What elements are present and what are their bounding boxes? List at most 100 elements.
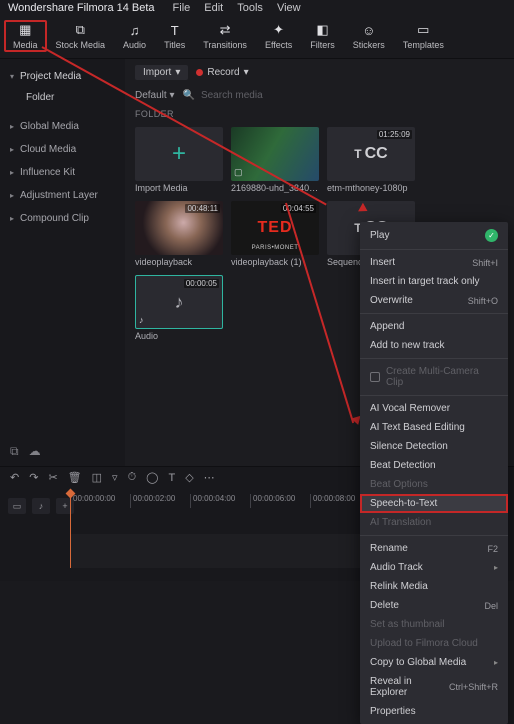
ctx-label: AI Translation — [370, 517, 431, 528]
track-audio-icon[interactable]: ♪ — [32, 498, 50, 514]
menu-file[interactable]: File — [173, 2, 191, 14]
sidebar-item-adjustment-layer[interactable]: ▸Adjustment Layer — [0, 184, 125, 207]
card-clip[interactable]: 00:48:11 videoplayback — [135, 201, 223, 267]
transitions-icon: ⇄ — [220, 22, 231, 38]
card-audio[interactable]: 00:00:05♪♪ Audio — [135, 275, 223, 341]
ctx-copy-global[interactable]: Copy to Global Media▸ — [360, 653, 508, 672]
sidebar-item-label: Adjustment Layer — [20, 190, 98, 201]
ctx-audio-track[interactable]: Audio Track▸ — [360, 558, 508, 577]
titles-icon: T — [171, 22, 179, 38]
duration-badge: 00:00:05 — [184, 279, 219, 288]
menu-view[interactable]: View — [277, 2, 301, 14]
ctx-ai-text-editing[interactable]: AI Text Based Editing — [360, 418, 508, 437]
ctx-label: Audio Track — [370, 562, 423, 573]
ctx-append[interactable]: Append — [360, 317, 508, 336]
menu-tools[interactable]: Tools — [237, 2, 263, 14]
ctx-delete[interactable]: DeleteDel — [360, 596, 508, 615]
delete-icon[interactable]: 🗑 — [68, 471, 82, 484]
redo-icon[interactable]: ↷ — [29, 471, 38, 484]
app-title: Wondershare Filmora 14 Beta — [8, 2, 155, 14]
ctx-beat-detection[interactable]: Beat Detection — [360, 456, 508, 475]
ctx-label: Add to new track — [370, 340, 444, 351]
card-label: Import Media — [135, 183, 223, 193]
clip-thumb[interactable]: 01:25:09T CC — [327, 127, 415, 181]
color-icon[interactable]: ◯ — [146, 471, 158, 484]
more-icon[interactable]: ⋯ — [204, 471, 215, 484]
ctx-add-new-track[interactable]: Add to new track — [360, 336, 508, 355]
ctx-rename[interactable]: RenameF2 — [360, 539, 508, 558]
track-video-icon[interactable]: ▭ — [8, 498, 26, 514]
ctx-ai-vocal-remover[interactable]: AI Vocal Remover — [360, 399, 508, 418]
sidebar-item-influence-kit[interactable]: ▸Influence Kit — [0, 161, 125, 184]
chevron-down-icon: ▾ — [175, 67, 180, 78]
templates-icon: ▭ — [417, 22, 429, 38]
chevron-down-icon: ▾ — [244, 67, 249, 78]
ctx-play[interactable]: Play✓ — [360, 225, 508, 246]
sidebar-item-global-media[interactable]: ▸Global Media — [0, 115, 125, 138]
chevron-right-icon: ▸ — [494, 658, 498, 667]
crop-icon[interactable]: ◫ — [92, 471, 102, 484]
ctx-reveal-explorer[interactable]: Reveal in ExplorerCtrl+Shift+R — [360, 672, 508, 702]
import-bar: Import ▾ Record▾ — [125, 59, 514, 86]
tab-transitions[interactable]: ⇄Transitions — [194, 20, 256, 52]
clip-thumb[interactable]: 00:48:11 — [135, 201, 223, 255]
record-button[interactable]: Record▾ — [196, 67, 248, 78]
search-input[interactable]: 🔍Search media — [183, 90, 505, 101]
marker-icon[interactable]: ▿ — [112, 471, 118, 484]
ctx-shortcut: Ctrl+Shift+R — [449, 682, 498, 692]
sort-default[interactable]: Default ▾ — [135, 90, 175, 101]
menu-edit[interactable]: Edit — [204, 2, 223, 14]
tab-stock-media[interactable]: ⧉Stock Media — [47, 20, 115, 52]
clip-thumb[interactable]: ▢ — [231, 127, 319, 181]
sidebar-sub-folder[interactable]: Folder — [0, 88, 125, 107]
tab-stickers[interactable]: ☺Stickers — [344, 20, 394, 52]
undo-icon[interactable]: ↶ — [10, 471, 19, 484]
tab-titles[interactable]: TTitles — [155, 20, 194, 52]
ctx-silence-detection[interactable]: Silence Detection — [360, 437, 508, 456]
import-label: Import — [143, 67, 171, 78]
ctx-label: Silence Detection — [370, 441, 448, 452]
tab-templates[interactable]: ▭Templates — [394, 20, 453, 52]
new-folder-icon[interactable]: ⧉ — [10, 444, 19, 459]
chevron-right-icon: ▸ — [10, 145, 14, 154]
import-media-thumb[interactable]: + — [135, 127, 223, 181]
card-clip[interactable]: 01:25:09T CC etm-mthoney-1080p — [327, 127, 415, 193]
chevron-down-icon: ▾ — [169, 90, 174, 101]
ctx-overwrite[interactable]: OverwriteShift+O — [360, 291, 508, 310]
ctx-properties[interactable]: Properties — [360, 702, 508, 721]
sidebar-item-compound-clip[interactable]: ▸Compound Clip — [0, 207, 125, 230]
split-icon[interactable]: ✂ — [48, 471, 57, 484]
duration-badge: 00:48:11 — [185, 204, 220, 213]
tab-effects[interactable]: ✦Effects — [256, 20, 301, 52]
checkbox-icon — [370, 372, 380, 382]
import-button[interactable]: Import ▾ — [135, 65, 188, 80]
main-toolbar: ▦Media ⧉Stock Media ♫Audio TTitles ⇄Tran… — [0, 16, 514, 58]
ctx-label: Insert in target track only — [370, 276, 480, 287]
ctx-label: Beat Options — [370, 479, 428, 490]
text-icon[interactable]: T — [168, 472, 175, 484]
tab-audio[interactable]: ♫Audio — [114, 20, 155, 52]
tab-media-label: Media — [13, 40, 38, 50]
ctx-ai-translation: AI Translation — [360, 513, 508, 532]
ctx-label: Properties — [370, 706, 416, 717]
tab-audio-label: Audio — [123, 40, 146, 50]
card-clip[interactable]: 00:04:55TEDPARIS•MONET videoplayback (1) — [231, 201, 319, 267]
playhead[interactable] — [70, 492, 71, 568]
sidebar-item-cloud-media[interactable]: ▸Cloud Media — [0, 138, 125, 161]
ctx-label: Overwrite — [370, 295, 413, 306]
card-import-media[interactable]: + Import Media — [135, 127, 223, 193]
sidebar-item-project-media[interactable]: ▾Project Media — [0, 65, 125, 88]
ctx-insert[interactable]: InsertShift+I — [360, 253, 508, 272]
tab-stickers-label: Stickers — [353, 40, 385, 50]
ctx-speech-to-text[interactable]: Speech-to-Text — [360, 494, 508, 513]
speed-icon[interactable]: ⏱ — [128, 471, 137, 484]
tab-media[interactable]: ▦Media — [4, 20, 47, 52]
cloud-icon[interactable]: ☁ — [29, 444, 41, 459]
ctx-label: Beat Detection — [370, 460, 436, 471]
clip-thumb[interactable]: 00:04:55TEDPARIS•MONET — [231, 201, 319, 255]
audio-thumb[interactable]: 00:00:05♪♪ — [135, 275, 223, 329]
keyframe-icon[interactable]: ◇ — [185, 471, 193, 484]
tab-filters[interactable]: ◧Filters — [301, 20, 344, 52]
chevron-right-icon: ▸ — [10, 122, 14, 131]
ctx-insert-target[interactable]: Insert in target track only — [360, 272, 508, 291]
